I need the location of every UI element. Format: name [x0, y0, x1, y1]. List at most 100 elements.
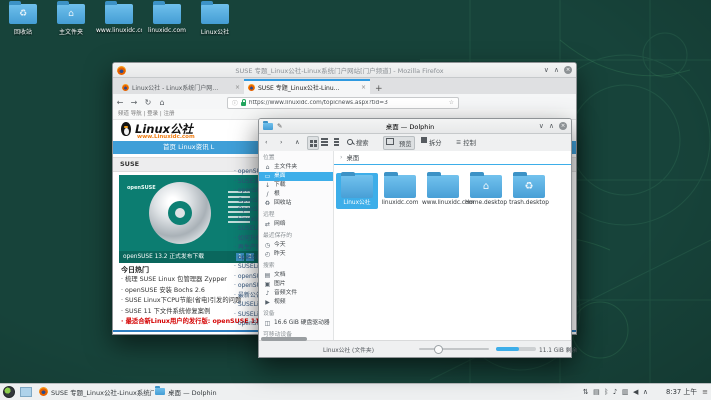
- search-icon: [347, 139, 354, 146]
- firefox-titlebar[interactable]: SUSE 专题_Linux公社-Linux系统门户网站[门户频道] - Mozi…: [113, 63, 576, 78]
- maximize-icon[interactable]: ∧: [554, 66, 559, 74]
- application-launcher-icon[interactable]: [3, 386, 15, 398]
- firefox-icon: [39, 387, 48, 396]
- place-downloads[interactable]: ↓下载: [259, 181, 333, 190]
- file-label: Linux公社: [336, 200, 378, 207]
- tab-close-icon[interactable]: ×: [361, 84, 366, 91]
- zoom-slider-knob[interactable]: [434, 345, 443, 354]
- place-yesterday[interactable]: ◴昨天: [259, 250, 333, 259]
- place-videos[interactable]: ▶视频: [259, 298, 333, 307]
- folder-icon: ⌂: [57, 4, 85, 24]
- preview-button[interactable]: 预览: [383, 136, 415, 150]
- bookmark-star-icon[interactable]: ☆: [449, 100, 454, 106]
- volume-icon[interactable]: ◀: [633, 388, 638, 396]
- place-harddrive[interactable]: ◫16.6 GiB 硬盘驱动器: [259, 319, 333, 328]
- place-images[interactable]: ▣图片: [259, 280, 333, 289]
- hamburger-icon: ≡: [456, 139, 461, 146]
- video-icon: ▶: [264, 298, 271, 307]
- url-text[interactable]: https://www.linuxidc.com/topicnews.aspx?…: [249, 100, 388, 106]
- back-icon[interactable]: ←: [113, 98, 127, 107]
- bluetooth-icon[interactable]: ᛒ: [604, 388, 608, 396]
- places-group-header: 最近保存的: [263, 232, 333, 240]
- place-desktop[interactable]: ▭桌面: [259, 172, 333, 181]
- folder-icon: [201, 4, 229, 24]
- new-tab-button[interactable]: +: [370, 84, 388, 94]
- banner-caption-text: openSUSE 13.2 正式发布下载: [123, 254, 204, 260]
- home-icon[interactable]: ⌂: [155, 98, 169, 107]
- site-info-icon[interactable]: ⓘ: [232, 98, 238, 107]
- task-dolphin[interactable]: 桌面 — Dolphin: [152, 385, 238, 398]
- clock[interactable]: 8:37 上午: [666, 384, 697, 400]
- place-home[interactable]: ⌂主文件夹: [259, 163, 333, 172]
- tab-close-icon[interactable]: ×: [235, 84, 240, 91]
- place-audio[interactable]: ♪音频文件: [259, 289, 333, 298]
- sidebar-scrollbar[interactable]: [261, 337, 307, 341]
- up-icon[interactable]: ∧: [295, 136, 300, 148]
- task-firefox[interactable]: SUSE 专题_Linux公社-Linux系统门…: [36, 385, 154, 398]
- panel-toolbox-icon[interactable]: ≡: [702, 384, 708, 400]
- desktop-icon-linuxidc[interactable]: linuxidc.com: [144, 4, 190, 34]
- minimize-icon[interactable]: ∨: [544, 66, 549, 74]
- network-icon: ⇄: [264, 220, 271, 229]
- hot-list-title: 今日热门: [121, 265, 149, 275]
- place-today[interactable]: ◷今天: [259, 241, 333, 250]
- reload-icon[interactable]: ↻: [141, 98, 155, 107]
- desktop-icon-trash[interactable]: ♻ 回收站: [0, 4, 46, 36]
- desktop-icon-linux-gongshe[interactable]: Linux公社: [192, 4, 238, 36]
- zoom-slider[interactable]: [419, 348, 489, 350]
- split-button[interactable]: 拆分: [421, 136, 442, 148]
- back-icon[interactable]: ‹: [265, 136, 268, 148]
- folder-icon: [341, 175, 373, 198]
- file-trash-desktop[interactable]: ♻ trash.desktop: [508, 173, 550, 209]
- desktop-icon-label: www.linuxidc.com: [96, 27, 142, 34]
- document-icon: ▤: [264, 271, 271, 280]
- free-space-label: 11.1 GiB 剩余: [539, 345, 577, 354]
- compact-view-button[interactable]: [321, 136, 329, 148]
- file-www-linuxidc[interactable]: www.linuxidc.com: [422, 173, 464, 209]
- dolphin-icon: [155, 388, 165, 395]
- media-player-icon[interactable]: ♪: [613, 388, 617, 396]
- tab-linux-gongshe[interactable]: Linux公社 - Linux系统门户网… ×: [118, 81, 244, 94]
- dolphin-file-view: › 桌面 Linux公社 linuxidc.com www.linuxidc.c…: [334, 151, 571, 341]
- file-home-desktop[interactable]: ⌂ Home.desktop: [465, 173, 507, 209]
- window-pin-icon[interactable]: ✎: [277, 122, 282, 130]
- folder-icon: [427, 175, 459, 198]
- file-linux-gongshe[interactable]: Linux公社: [336, 173, 378, 209]
- file-linuxidc[interactable]: linuxidc.com: [379, 173, 421, 209]
- details-view-button[interactable]: [334, 136, 340, 148]
- forward-icon[interactable]: →: [127, 98, 141, 107]
- url-bar[interactable]: ⓘ https://www.linuxidc.com/topicnews.asp…: [227, 97, 459, 109]
- breadcrumb[interactable]: › 桌面: [334, 151, 571, 165]
- network-icon[interactable]: ⇅: [583, 388, 589, 396]
- close-icon[interactable]: ×: [559, 122, 567, 130]
- firefox-window-title: SUSE 专题_Linux公社-Linux系统门户网站[门户频道] - Mozi…: [143, 65, 536, 75]
- desktop-icon-label: 回收站: [0, 27, 46, 36]
- forward-icon[interactable]: ›: [280, 136, 283, 148]
- maximize-icon[interactable]: ∧: [549, 122, 554, 130]
- minimize-icon[interactable]: ∨: [539, 122, 544, 130]
- places-group-header: 设备: [263, 310, 333, 318]
- expand-tray-icon[interactable]: ∧: [643, 388, 648, 396]
- clipboard-icon[interactable]: ▤: [593, 388, 600, 396]
- dolphin-window-title: 桌面 — Dolphin: [289, 121, 531, 131]
- desktop-icon-www-linuxidc[interactable]: www.linuxidc.com: [96, 4, 142, 34]
- close-icon[interactable]: ×: [564, 66, 572, 74]
- lock-icon: [241, 102, 246, 106]
- place-network[interactable]: ⇄网络: [259, 220, 333, 229]
- breadcrumb-folder[interactable]: 桌面: [347, 153, 360, 162]
- place-trash[interactable]: ♻回收站: [259, 199, 333, 208]
- places-group-header: 远程: [263, 211, 333, 219]
- selection-status: Linux公社 (文件夹): [323, 345, 374, 354]
- audio-icon: ♪: [264, 289, 271, 298]
- tab-suse-topic[interactable]: SUSE 专题_Linux公社-Linu… ×: [244, 79, 370, 94]
- pager-widget[interactable]: [20, 387, 32, 397]
- file-label: trash.desktop: [508, 200, 550, 207]
- place-documents[interactable]: ▤文档: [259, 271, 333, 280]
- control-button[interactable]: ≡ 控制: [456, 136, 476, 148]
- desktop-icon-home[interactable]: ⌂ 主文件夹: [48, 4, 94, 36]
- display-icon[interactable]: ▥: [622, 388, 629, 396]
- place-root[interactable]: /根: [259, 190, 333, 199]
- search-button[interactable]: 搜索: [347, 136, 369, 148]
- dolphin-titlebar[interactable]: ✎ 桌面 — Dolphin ∨ ∧ ×: [259, 119, 571, 134]
- icons-view-button[interactable]: [307, 136, 319, 150]
